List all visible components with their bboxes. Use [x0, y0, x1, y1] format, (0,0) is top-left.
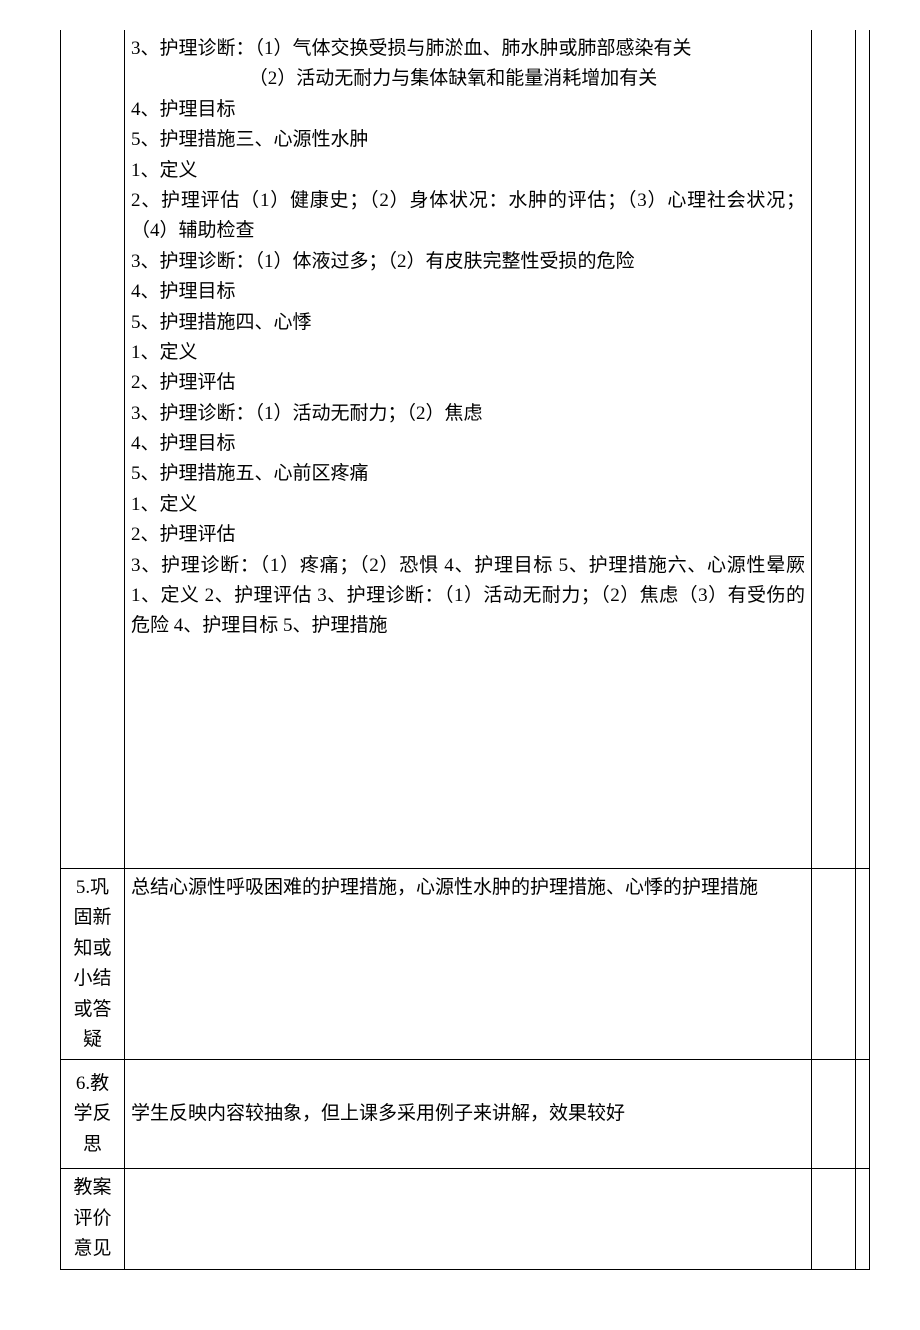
cell-reflection-aux1 — [812, 1060, 856, 1169]
content-line: 4、护理目标 — [131, 95, 805, 125]
cell-evaluation-aux1 — [812, 1169, 856, 1269]
cell-consolidate-label: 5.巩固新知或小结或答疑 — [61, 869, 125, 1060]
content-line: 3、护理诊断：（1）活动无耐力；（2）焦虑 — [131, 399, 805, 429]
row-evaluation: 教案评价意见 — [61, 1169, 870, 1269]
content-line: 2、护理评估 — [131, 520, 805, 550]
content-line: 1、定义 — [131, 156, 805, 186]
consolidate-label: 5.巩固新知或小结或答疑 — [73, 877, 111, 1050]
content-line: 4、护理目标 — [131, 429, 805, 459]
lesson-table: 3、护理诊断：（1）气体交换受损与肺淤血、肺水肿或肺部感染有关 （2）活动无耐力… — [60, 30, 870, 1270]
cell-reflection-label: 6.教学反思 — [61, 1060, 125, 1169]
row-consolidate: 5.巩固新知或小结或答疑 总结心源性呼吸困难的护理措施，心源性水肿的护理措施、心… — [61, 869, 870, 1060]
cell-reflection-aux2 — [856, 1060, 870, 1169]
evaluation-label: 教案评价意见 — [73, 1177, 111, 1259]
reflection-text: 学生反映内容较抽象，但上课多采用例子来讲解，效果较好 — [131, 1099, 805, 1129]
cell-evaluation-aux2 — [856, 1169, 870, 1269]
consolidate-text: 总结心源性呼吸困难的护理措施，心源性水肿的护理措施、心悸的护理措施 — [131, 873, 805, 903]
page: 3、护理诊断：（1）气体交换受损与肺淤血、肺水肿或肺部感染有关 （2）活动无耐力… — [0, 0, 920, 1330]
content-line: 3、护理诊断：（1）气体交换受损与肺淤血、肺水肿或肺部感染有关 — [131, 34, 805, 64]
row-content: 3、护理诊断：（1）气体交换受损与肺淤血、肺水肿或肺部感染有关 （2）活动无耐力… — [61, 30, 870, 869]
cell-consolidate-aux2 — [856, 869, 870, 1060]
reflection-label: 6.教学反思 — [73, 1073, 111, 1155]
cell-consolidate-body: 总结心源性呼吸困难的护理措施，心源性水肿的护理措施、心悸的护理措施 — [125, 869, 812, 1060]
content-line: 1、定义 — [131, 490, 805, 520]
cell-content-body: 3、护理诊断：（1）气体交换受损与肺淤血、肺水肿或肺部感染有关 （2）活动无耐力… — [125, 30, 812, 869]
row-reflection: 6.教学反思 学生反映内容较抽象，但上课多采用例子来讲解，效果较好 — [61, 1060, 870, 1169]
content-line: 4、护理目标 — [131, 277, 805, 307]
content-line: （2）活动无耐力与集体缺氧和能量消耗增加有关 — [131, 64, 805, 94]
content-line: 3、护理诊断：（1）疼痛；（2）恐惧 4、护理目标 5、护理措施六、心源性晕厥 … — [131, 551, 805, 642]
cell-reflection-body: 学生反映内容较抽象，但上课多采用例子来讲解，效果较好 — [125, 1060, 812, 1169]
content-line: 3、护理诊断：（1）体液过多；（2）有皮肤完整性受损的危险 — [131, 247, 805, 277]
cell-consolidate-aux1 — [812, 869, 856, 1060]
content-line: 5、护理措施四、心悸 — [131, 308, 805, 338]
cell-content-aux1 — [812, 30, 856, 869]
content-line: 2、护理评估 — [131, 368, 805, 398]
cell-evaluation-label: 教案评价意见 — [61, 1169, 125, 1269]
cell-content-aux2 — [856, 30, 870, 869]
content-line: 1、定义 — [131, 338, 805, 368]
cell-content-label — [61, 30, 125, 869]
content-line: 5、护理措施五、心前区疼痛 — [131, 459, 805, 489]
content-line: 5、护理措施三、心源性水肿 — [131, 125, 805, 155]
cell-evaluation-body — [125, 1169, 812, 1269]
content-line: 2、护理评估（1）健康史；（2）身体状况：水肿的评估；（3）心理社会状况；（4）… — [131, 186, 805, 247]
